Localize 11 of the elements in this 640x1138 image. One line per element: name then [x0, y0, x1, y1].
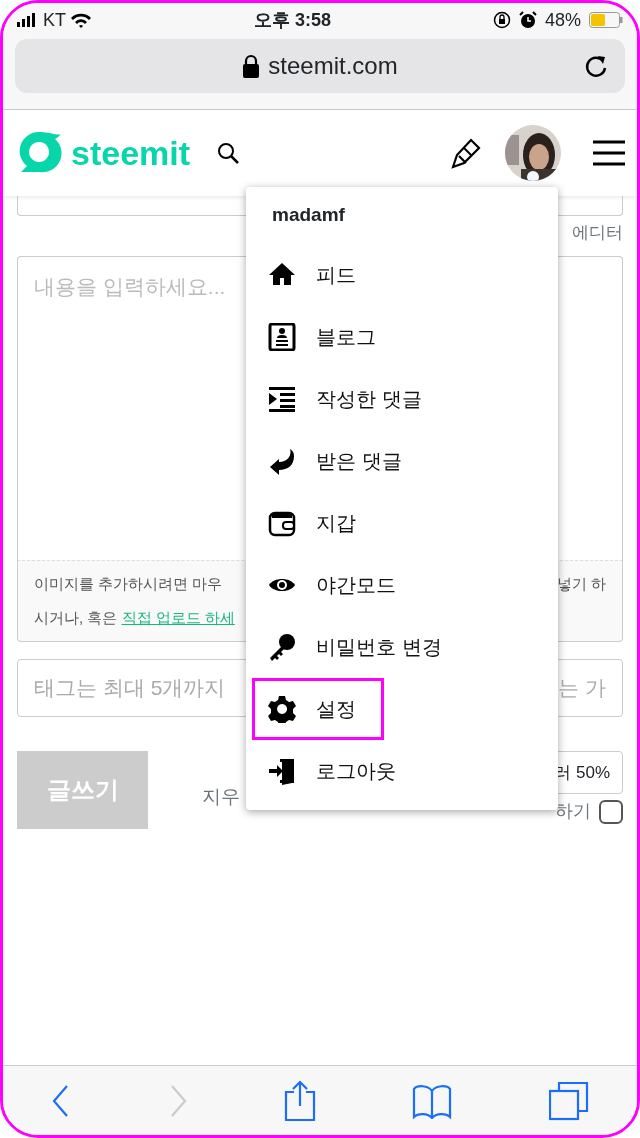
battery-percent: 48% [544, 8, 581, 32]
help-text: 이미지를 추가하시려면 마우 [34, 573, 223, 594]
url-text: steemit.com [268, 51, 398, 81]
status-time: 오후 3:58 [252, 8, 332, 32]
option-label: 하기 [555, 800, 591, 823]
help-text: 시거나, 혹은 [34, 608, 119, 626]
help-text: 넣기 하 [556, 573, 606, 594]
tags-hint: 는 가 [558, 674, 606, 701]
username: madamf [271, 203, 346, 227]
tags-hint: 태그는 최대 5개까지 [34, 674, 226, 701]
carrier-name: KT [43, 8, 66, 32]
